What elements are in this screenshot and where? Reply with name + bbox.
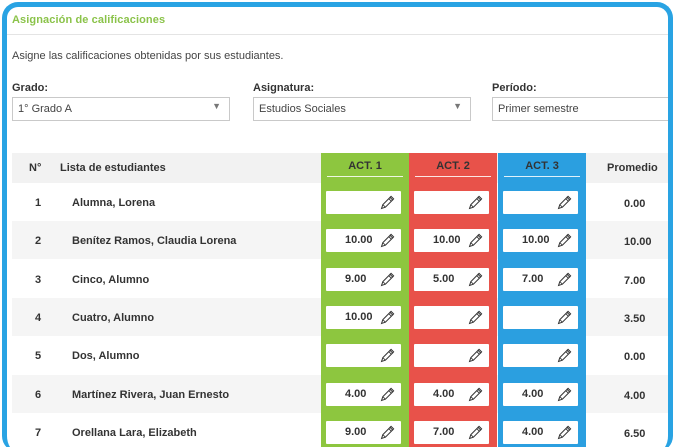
act2-grade-input[interactable]: 4.00	[414, 382, 489, 406]
row-number: 1	[35, 197, 42, 209]
average-value: 7.00	[624, 274, 646, 287]
act1-grade-input[interactable]: 4.00	[326, 382, 401, 406]
act1-grade-input[interactable]: 10.00	[326, 229, 401, 253]
caret-down-icon: ▼	[453, 101, 462, 111]
pencil-icon[interactable]	[467, 271, 484, 288]
pencil-icon[interactable]	[556, 232, 573, 249]
act2-grade-value: 7.00	[433, 425, 455, 438]
act2-grade-value: 5.00	[433, 272, 455, 285]
act3-grade-value: 7.00	[522, 272, 544, 285]
act2-grade-input[interactable]: 7.00	[414, 420, 489, 444]
act1-grade-value: 10.00	[345, 234, 373, 247]
act1-grade-value: 9.00	[345, 272, 367, 285]
page-subtitle: Asigne las calificaciones obtenidas por …	[12, 50, 284, 62]
average-value: 0.00	[624, 351, 646, 364]
act1-grade-value: 9.00	[345, 425, 367, 438]
row-number: 6	[35, 388, 42, 401]
pencil-icon[interactable]	[379, 386, 396, 403]
pencil-icon[interactable]	[556, 271, 573, 288]
pencil-icon[interactable]	[556, 424, 573, 441]
student-name: Martínez Rivera, Juan Ernesto	[72, 388, 230, 401]
act1-grade-input[interactable]: 10.00	[326, 305, 401, 329]
page-title: Asignación de calificaciones	[12, 14, 166, 26]
act1-grade-input[interactable]	[326, 344, 401, 368]
average-value: 3.50	[624, 312, 646, 325]
pencil-icon[interactable]	[379, 424, 396, 441]
act3-grade-value: 4.00	[522, 387, 544, 400]
average-value: 10.00	[624, 236, 652, 249]
pencil-icon[interactable]	[379, 194, 396, 211]
pencil-icon[interactable]	[467, 347, 484, 364]
row-number: 5	[35, 350, 42, 363]
student-name: Cuatro, Alumno	[72, 311, 155, 324]
average-header: Promedio	[607, 162, 658, 174]
act1-grade-value: 4.00	[345, 387, 367, 400]
periodo-value: Primer semestre	[498, 103, 579, 115]
pencil-icon[interactable]	[467, 194, 484, 211]
pencil-icon[interactable]	[379, 232, 396, 249]
act3-grade-value: 4.00	[522, 425, 544, 438]
pencil-icon[interactable]	[467, 386, 484, 403]
grado-select[interactable]: 1° Grado A ▼	[12, 97, 230, 121]
pencil-icon[interactable]	[379, 271, 396, 288]
act3-grade-input[interactable]: 10.00	[503, 229, 578, 253]
act2-grade-input[interactable]: 5.00	[414, 267, 489, 291]
act3-grade-input[interactable]	[503, 344, 578, 368]
asignatura-value: Estudios Sociales	[259, 103, 346, 115]
row-number: 7	[35, 426, 42, 439]
act3-grade-input[interactable]: 4.00	[503, 420, 578, 444]
pencil-icon[interactable]	[467, 232, 484, 249]
act1-grade-value: 10.00	[345, 310, 373, 323]
act2-grade-input[interactable]	[414, 305, 489, 329]
average-value: 4.00	[624, 389, 646, 402]
caret-down-icon: ▼	[212, 101, 221, 111]
pencil-icon[interactable]	[379, 347, 396, 364]
pencil-icon[interactable]	[556, 309, 573, 326]
card-frame: Asignación de calificaciones Asigne las …	[2, 2, 673, 447]
pencil-icon[interactable]	[556, 347, 573, 364]
act3-grade-value: 10.00	[522, 234, 550, 247]
act2-header: ACT. 2	[415, 160, 491, 177]
act3-grade-input[interactable]: 7.00	[503, 267, 578, 291]
row-number: 2	[35, 235, 42, 248]
periodo-select[interactable]: Primer semestre	[492, 97, 668, 121]
title-divider	[7, 34, 668, 35]
periodo-label: Período:	[492, 82, 537, 94]
asignatura-select[interactable]: Estudios Sociales ▼	[253, 97, 471, 121]
act1-grade-input[interactable]: 9.00	[326, 267, 401, 291]
act3-header: ACT. 3	[504, 160, 580, 177]
student-name: Dos, Alumno	[72, 350, 140, 363]
pencil-icon[interactable]	[556, 386, 573, 403]
act2-grade-value: 10.00	[433, 234, 461, 247]
act1-grade-input[interactable]	[326, 191, 401, 214]
student-name: Cinco, Alumno	[72, 273, 150, 286]
act3-grade-input[interactable]	[503, 305, 578, 329]
act1-grade-input[interactable]: 9.00	[326, 420, 401, 444]
grado-value: 1° Grado A	[18, 103, 72, 115]
pencil-icon[interactable]	[467, 424, 484, 441]
act2-grade-input[interactable]	[414, 344, 489, 368]
average-value: 6.50	[624, 427, 646, 440]
row-number: 3	[35, 273, 42, 286]
grado-label: Grado:	[12, 82, 49, 94]
row-number: 4	[35, 311, 42, 324]
act3-grade-input[interactable]	[503, 191, 578, 214]
act2-grade-input[interactable]	[414, 191, 489, 214]
asignatura-label: Asignatura:	[253, 82, 315, 94]
average-value: 0.00	[624, 198, 646, 210]
student-name: Benítez Ramos, Claudia Lorena	[72, 235, 237, 248]
act2-grade-input[interactable]: 10.00	[414, 229, 489, 253]
pencil-icon[interactable]	[379, 309, 396, 326]
student-name: Alumna, Lorena	[72, 197, 156, 209]
num-header: N°	[29, 162, 42, 174]
act1-header: ACT. 1	[327, 160, 403, 177]
pencil-icon[interactable]	[467, 309, 484, 326]
act3-grade-input[interactable]: 4.00	[503, 382, 578, 406]
student-name: Orellana Lara, Elizabeth	[72, 426, 197, 439]
pencil-icon[interactable]	[556, 194, 573, 211]
students-header: Lista de estudiantes	[60, 162, 166, 174]
act2-grade-value: 4.00	[433, 387, 455, 400]
